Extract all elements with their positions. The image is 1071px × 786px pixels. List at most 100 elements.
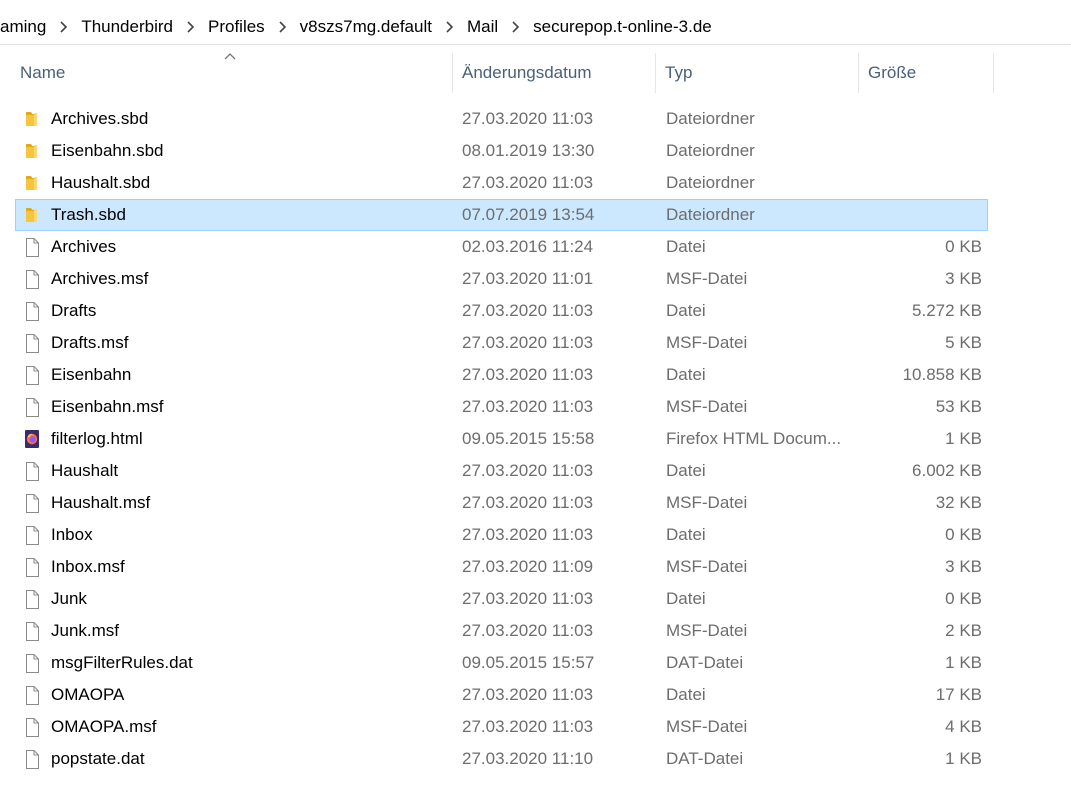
file-name: filterlog.html xyxy=(51,429,143,448)
breadcrumb-item-thunderbird[interactable]: Thunderbird xyxy=(81,17,173,37)
file-icon xyxy=(23,717,41,737)
file-icon xyxy=(23,685,41,705)
file-row[interactable]: Junk.msf 27.03.2020 11:03 MSF-Datei 2 KB xyxy=(15,615,988,647)
file-name: Haushalt.msf xyxy=(51,493,151,512)
file-modified-date: 27.03.2020 11:03 xyxy=(462,397,594,416)
file-row[interactable]: Haushalt.sbd 27.03.2020 11:03 Dateiordner xyxy=(15,167,988,199)
file-row[interactable]: Archives.msf 27.03.2020 11:01 MSF-Datei 3 K… xyxy=(15,263,988,295)
file-size: 5.272 KB xyxy=(912,301,982,320)
file-modified-date: 27.03.2020 11:03 xyxy=(462,301,594,320)
file-size: 1 KB xyxy=(945,749,982,768)
chevron-right-icon[interactable] xyxy=(60,21,68,33)
file-row[interactable]: Inbox.msf 27.03.2020 11:09 MSF-Datei 3 KB xyxy=(15,551,988,583)
file-icon xyxy=(23,269,41,289)
firefox-icon xyxy=(23,429,41,449)
column-divider[interactable] xyxy=(452,53,453,93)
file-modified-date: 27.03.2020 11:03 xyxy=(462,333,594,352)
file-icon xyxy=(23,301,41,321)
file-row[interactable]: Eisenbahn 27.03.2020 11:03 Datei 10.858 KB xyxy=(15,359,988,391)
file-size: 3 KB xyxy=(945,269,982,288)
chevron-right-icon[interactable] xyxy=(187,21,195,33)
file-type: MSF-Datei xyxy=(666,397,748,416)
column-header-type[interactable]: Typ xyxy=(665,51,692,95)
file-icon xyxy=(23,557,41,577)
file-row[interactable]: popstate.dat 27.03.2020 11:10 DAT-Datei 1 K… xyxy=(15,743,988,775)
file-size: 5 KB xyxy=(945,333,982,352)
file-type: MSF-Datei xyxy=(666,717,748,736)
file-name: msgFilterRules.dat xyxy=(51,653,193,672)
file-name: Archives.msf xyxy=(51,269,149,288)
file-list: Archives.sbd 27.03.2020 11:03 Dateiordner E… xyxy=(0,103,1071,775)
breadcrumb-item-profiles[interactable]: Profiles xyxy=(208,17,265,37)
file-size: 32 KB xyxy=(935,493,982,512)
column-divider[interactable] xyxy=(993,53,994,93)
file-name: Trash.sbd xyxy=(51,205,126,224)
column-divider[interactable] xyxy=(858,53,859,93)
file-name: Inbox.msf xyxy=(51,557,125,576)
file-modified-date: 27.03.2020 11:09 xyxy=(462,557,594,576)
file-modified-date: 09.05.2015 15:57 xyxy=(462,653,595,672)
file-row[interactable]: Haushalt 27.03.2020 11:03 Datei 6.002 KB xyxy=(15,455,988,487)
file-row[interactable]: Haushalt.msf 27.03.2020 11:03 MSF-Datei 32 … xyxy=(15,487,988,519)
file-row[interactable]: Drafts 27.03.2020 11:03 Datei 5.272 KB xyxy=(15,295,988,327)
file-row[interactable]: Eisenbahn.msf 27.03.2020 11:03 MSF-Datei 53… xyxy=(15,391,988,423)
file-icon xyxy=(23,653,41,673)
file-row[interactable]: Archives 02.03.2016 11:24 Datei 0 KB xyxy=(15,231,988,263)
breadcrumb-item-appdata-roaming[interactable]: aming xyxy=(0,17,46,37)
folder-icon xyxy=(23,173,41,193)
file-modified-date: 27.03.2020 11:03 xyxy=(462,461,594,480)
file-name: popstate.dat xyxy=(51,749,145,768)
chevron-right-icon[interactable] xyxy=(446,21,454,33)
file-modified-date: 02.03.2016 11:24 xyxy=(462,237,594,256)
file-row[interactable]: Drafts.msf 27.03.2020 11:03 MSF-Datei 5 KB xyxy=(15,327,988,359)
column-header-name[interactable]: Name xyxy=(20,51,65,95)
file-row[interactable]: Eisenbahn.sbd 08.01.2019 13:30 Dateiordner xyxy=(15,135,988,167)
file-size: 1 KB xyxy=(945,429,982,448)
file-row[interactable]: msgFilterRules.dat 09.05.2015 15:57 DAT-Da… xyxy=(15,647,988,679)
file-type: Datei xyxy=(666,461,706,480)
folder-icon xyxy=(23,109,41,129)
file-icon xyxy=(23,237,41,257)
file-modified-date: 27.03.2020 11:03 xyxy=(462,589,594,608)
column-header-size[interactable]: Größe xyxy=(868,51,916,95)
breadcrumb-item-profile[interactable]: v8szs7mg.default xyxy=(300,17,432,37)
file-row[interactable]: Junk 27.03.2020 11:03 Datei 0 KB xyxy=(15,583,988,615)
file-icon xyxy=(23,525,41,545)
file-type: Datei xyxy=(666,237,706,256)
file-row[interactable]: filterlog.html 09.05.2015 15:58 Firefox HT… xyxy=(15,423,988,455)
column-header-row: Name Änderungsdatum Typ Größe xyxy=(0,51,1071,95)
file-name: Inbox xyxy=(51,525,93,544)
file-type: Dateiordner xyxy=(666,109,755,128)
file-type: Dateiordner xyxy=(666,173,755,192)
file-type: Datei xyxy=(666,685,706,704)
file-icon xyxy=(23,749,41,769)
column-divider[interactable] xyxy=(655,53,656,93)
file-row[interactable]: Inbox 27.03.2020 11:03 Datei 0 KB xyxy=(15,519,988,551)
breadcrumb-item-account[interactable]: securepop.t-online-3.de xyxy=(533,17,712,37)
file-type: MSF-Datei xyxy=(666,557,748,576)
file-type: Dateiordner xyxy=(666,205,755,224)
file-icon xyxy=(23,493,41,513)
file-modified-date: 07.07.2019 13:54 xyxy=(462,205,595,224)
file-size: 53 KB xyxy=(935,397,982,416)
folder-icon xyxy=(23,141,41,161)
file-name: Eisenbahn xyxy=(51,365,132,384)
file-row[interactable]: OMAOPA 27.03.2020 11:03 Datei 17 KB xyxy=(15,679,988,711)
file-icon xyxy=(23,461,41,481)
file-type: DAT-Datei xyxy=(666,749,744,768)
file-size: 1 KB xyxy=(945,653,982,672)
file-row[interactable]: OMAOPA.msf 27.03.2020 11:03 MSF-Datei 4 KB xyxy=(15,711,988,743)
column-header-date[interactable]: Änderungsdatum xyxy=(462,51,591,95)
chevron-right-icon[interactable] xyxy=(512,21,520,33)
file-type: MSF-Datei xyxy=(666,269,748,288)
file-type: Firefox HTML Docum... xyxy=(666,429,842,448)
file-size: 0 KB xyxy=(945,237,982,256)
file-name: OMAOPA.msf xyxy=(51,717,157,736)
file-modified-date: 27.03.2020 11:03 xyxy=(462,493,594,512)
file-row[interactable]: Archives.sbd 27.03.2020 11:03 Dateiordner xyxy=(15,103,988,135)
file-row[interactable]: Trash.sbd 07.07.2019 13:54 Dateiordner xyxy=(15,199,988,231)
file-size: 2 KB xyxy=(945,621,982,640)
chevron-right-icon[interactable] xyxy=(279,21,287,33)
breadcrumb-item-mail[interactable]: Mail xyxy=(467,17,498,37)
file-modified-date: 09.05.2015 15:58 xyxy=(462,429,595,448)
